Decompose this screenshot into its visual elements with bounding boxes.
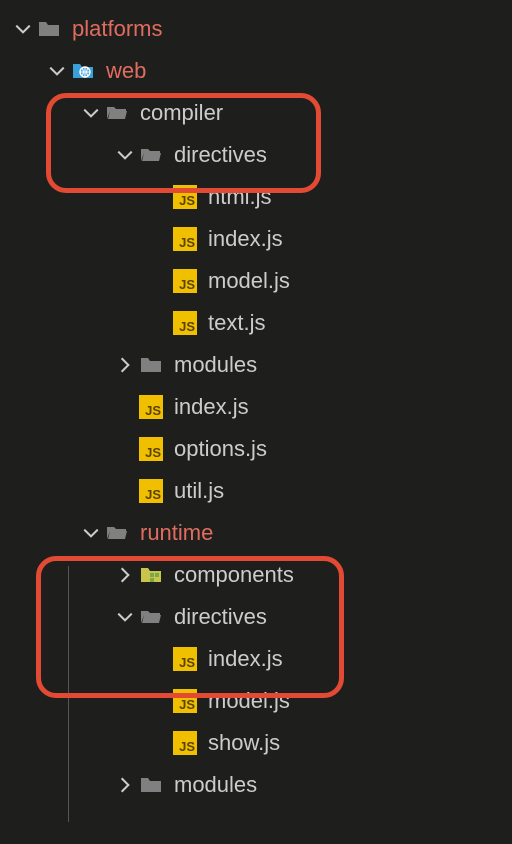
folder-icon [36, 16, 62, 42]
folder-components-icon [138, 562, 164, 588]
tree-label: modules [174, 352, 257, 378]
js-file-icon: JS [138, 394, 164, 420]
tree-label: options.js [174, 436, 267, 462]
js-file-icon: JS [172, 646, 198, 672]
tree-label: show.js [208, 730, 280, 756]
tree-label: model.js [208, 688, 290, 714]
tree-item-components[interactable]: components [0, 554, 512, 596]
chevron-right-icon [116, 776, 134, 794]
tree-label: index.js [208, 226, 283, 252]
tree-item-index-js[interactable]: JS index.js [0, 638, 512, 680]
tree-label: compiler [140, 100, 223, 126]
tree-item-runtime[interactable]: runtime [0, 512, 512, 554]
tree-item-show-js[interactable]: JS show.js [0, 722, 512, 764]
tree-label: util.js [174, 478, 224, 504]
tree-item-modules[interactable]: modules [0, 344, 512, 386]
tree-label: index.js [208, 646, 283, 672]
chevron-down-icon [116, 608, 134, 626]
tree-label: modules [174, 772, 257, 798]
folder-web-icon [70, 58, 96, 84]
tree-label: html.js [208, 184, 272, 210]
chevron-down-icon [48, 62, 66, 80]
chevron-down-icon [82, 524, 100, 542]
tree-label: runtime [140, 520, 213, 546]
tree-label: directives [174, 142, 267, 168]
js-file-icon: JS [138, 478, 164, 504]
tree-label: directives [174, 604, 267, 630]
tree-item-model-js[interactable]: JS model.js [0, 260, 512, 302]
chevron-down-icon [14, 20, 32, 38]
folder-open-icon [104, 100, 130, 126]
tree-label: index.js [174, 394, 249, 420]
js-file-icon: JS [172, 688, 198, 714]
chevron-down-icon [116, 146, 134, 164]
tree-item-compiler[interactable]: compiler [0, 92, 512, 134]
tree-label: model.js [208, 268, 290, 294]
tree-item-runtime-directives[interactable]: directives [0, 596, 512, 638]
chevron-right-icon [116, 356, 134, 374]
folder-icon [138, 772, 164, 798]
file-tree: platforms web compiler [0, 0, 512, 806]
tree-item-html-js[interactable]: JS html.js [0, 176, 512, 218]
folder-icon [138, 352, 164, 378]
tree-item-web[interactable]: web [0, 50, 512, 92]
chevron-down-icon [82, 104, 100, 122]
tree-item-platforms[interactable]: platforms [0, 8, 512, 50]
folder-open-icon [138, 142, 164, 168]
tree-item-index-js[interactable]: JS index.js [0, 386, 512, 428]
tree-label: web [106, 58, 146, 84]
tree-label: text.js [208, 310, 265, 336]
js-file-icon: JS [172, 268, 198, 294]
chevron-right-icon [116, 566, 134, 584]
tree-label: platforms [72, 16, 162, 42]
js-file-icon: JS [172, 310, 198, 336]
js-file-icon: JS [138, 436, 164, 462]
tree-item-util-js[interactable]: JS util.js [0, 470, 512, 512]
tree-item-text-js[interactable]: JS text.js [0, 302, 512, 344]
tree-item-compiler-directives[interactable]: directives [0, 134, 512, 176]
tree-item-index-js[interactable]: JS index.js [0, 218, 512, 260]
js-file-icon: JS [172, 184, 198, 210]
tree-item-options-js[interactable]: JS options.js [0, 428, 512, 470]
tree-item-model-js[interactable]: JS model.js [0, 680, 512, 722]
folder-open-icon [104, 520, 130, 546]
js-file-icon: JS [172, 226, 198, 252]
js-file-icon: JS [172, 730, 198, 756]
tree-item-modules[interactable]: modules [0, 764, 512, 806]
folder-open-icon [138, 604, 164, 630]
tree-label: components [174, 562, 294, 588]
